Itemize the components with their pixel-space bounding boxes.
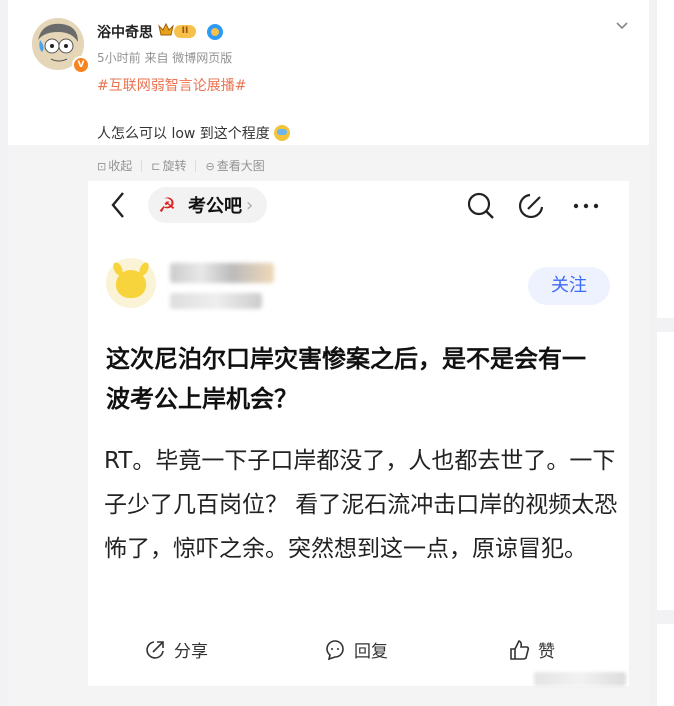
view-large-button[interactable]: ⊖ 查看大图 — [205, 157, 264, 174]
divider — [141, 159, 143, 172]
collapse-button[interactable]: ⊡ 收起 — [97, 157, 132, 174]
expand-chevron-icon[interactable] — [615, 16, 629, 35]
level-badge: II — [174, 25, 196, 38]
post-time[interactable]: 5小时前 — [97, 51, 141, 65]
verified-icon — [207, 24, 223, 40]
poster-avatar — [106, 258, 156, 308]
right-sidebar-panel — [657, 332, 674, 610]
post-text-content: 人怎么可以 low 到这个程度 — [97, 126, 270, 142]
like-label: 赞 — [538, 642, 555, 662]
back-arrow-icon — [110, 191, 126, 227]
reply-label: 回复 — [354, 642, 388, 662]
magnify-icon: ⊖ — [205, 160, 215, 173]
search-icon — [466, 191, 496, 221]
post-meta: 5小时前 来自 微博网页版 — [97, 49, 232, 66]
edit-icon — [516, 191, 546, 221]
embedded-screenshot: ☭ 考公吧 › 关注 这次尼泊尔口岸灾害惨案之后，是不是会有一波考公上岸机会？ … — [88, 181, 629, 686]
more-icon — [571, 191, 601, 221]
like-action: 赞 — [508, 637, 555, 662]
share-label: 分享 — [174, 642, 208, 662]
rotate-button[interactable]: ⊏ 旋转 — [151, 157, 186, 174]
collapse-icon: ⊡ — [97, 160, 107, 173]
blurred-username — [170, 263, 274, 283]
blurred-user-meta — [170, 293, 262, 309]
hammer-sickle-icon: ☭ — [158, 193, 176, 217]
right-sidebar-panel — [657, 0, 674, 318]
right-sidebar-panel — [657, 624, 674, 706]
reply-icon — [326, 639, 344, 660]
post-text: 人怎么可以 low 到这个程度 — [97, 123, 290, 143]
post-source: 来自 微博网页版 — [144, 51, 233, 65]
crying-emoji-icon — [273, 125, 290, 141]
image-toolbar: ⊡ 收起 ⊏ 旋转 ⊖ 查看大图 — [97, 157, 265, 174]
thread-actions: 分享 回复 赞 — [88, 631, 629, 671]
blurred-watermark — [534, 672, 626, 686]
thread-title: 这次尼泊尔口岸灾害惨案之后，是不是会有一波考公上岸机会？ — [106, 345, 586, 413]
thread-body: RT。毕竟一下子口岸都没了，人也都去世了。一下子少了几百岗位？ 看了泥石流冲击口… — [104, 448, 618, 562]
divider — [195, 159, 197, 172]
reply-action: 回复 — [324, 637, 388, 662]
like-icon — [510, 639, 530, 660]
topic-link[interactable]: #互联网弱智言论展播# — [97, 75, 246, 95]
pikachu-icon — [116, 270, 146, 298]
share-action: 分享 — [144, 637, 208, 662]
chevron-right-icon: › — [246, 194, 254, 216]
forum-chip: ☭ 考公吧 › — [148, 187, 268, 223]
share-icon — [146, 640, 164, 659]
follow-button: 关注 — [528, 267, 610, 305]
rotate-icon: ⊏ — [151, 160, 161, 173]
forum-name: 考公吧 — [188, 196, 242, 217]
username[interactable]: 浴中奇思 — [97, 22, 153, 42]
crown-icon — [158, 22, 174, 42]
vip-v-badge-icon: V — [72, 56, 90, 74]
